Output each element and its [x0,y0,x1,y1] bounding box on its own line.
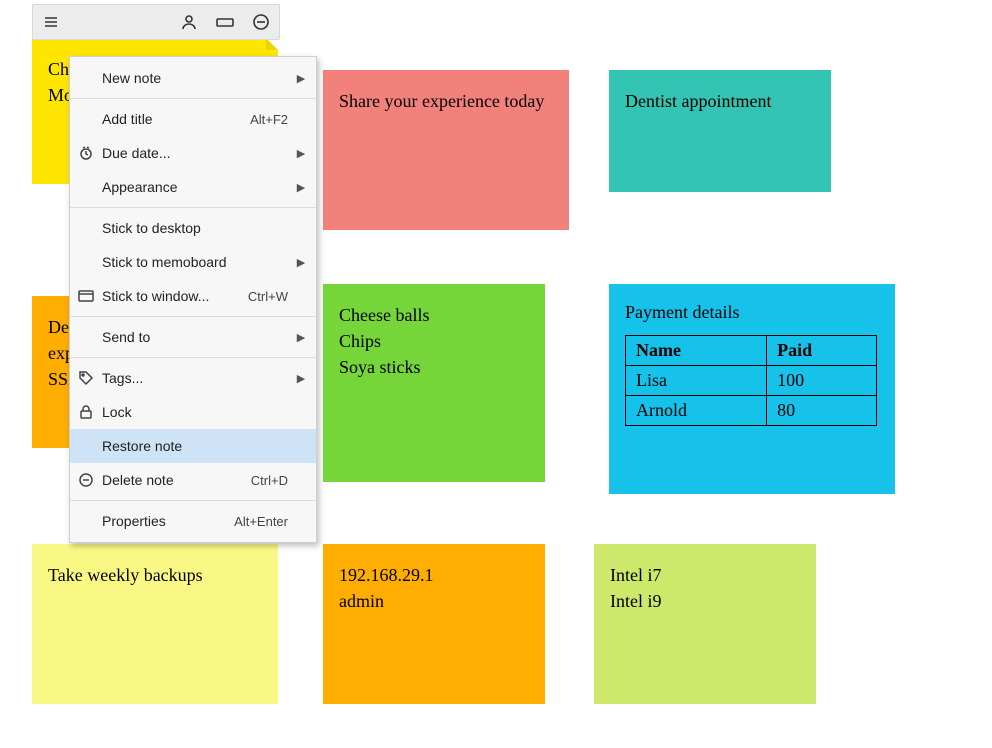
note-toolbar [32,4,280,40]
note-text: Intel i7 Intel i9 [610,562,800,614]
menu-delete-note[interactable]: Delete note Ctrl+D [70,463,316,497]
table-row: Lisa 100 [626,366,877,396]
chevron-right-icon: ▶ [294,147,308,160]
note-3[interactable]: Dentist appointment [609,70,831,192]
note-text: Dentist appointment [625,88,815,114]
menu-stick-window[interactable]: Stick to window... Ctrl+W [70,279,316,313]
note-7[interactable]: Take weekly backups [32,544,278,704]
note-2[interactable]: Share your experience today [323,70,569,230]
table-header: Name [626,336,767,366]
user-icon[interactable] [171,5,207,39]
note-text: Cheese balls Chips Soya sticks [339,302,529,380]
note-6[interactable]: Payment details Name Paid Lisa 100 Arnol… [609,284,895,494]
note-text: Take weekly backups [48,562,262,588]
chevron-right-icon: ▶ [294,331,308,344]
blank-icon [70,429,102,463]
blank-icon [70,245,102,279]
note-9[interactable]: Intel i7 Intel i9 [594,544,816,704]
menu-separator [70,207,316,208]
menu-appearance[interactable]: Appearance ▶ [70,170,316,204]
chevron-right-icon: ▶ [294,181,308,194]
table-row: Arnold 80 [626,396,877,426]
table-header-row: Name Paid [626,336,877,366]
menu-separator [70,500,316,501]
window-icon[interactable] [207,5,243,39]
note-text: 192.168.29.1 admin [339,562,529,614]
lock-icon [70,395,102,429]
more-icon[interactable] [243,5,279,39]
menu-separator [70,98,316,99]
menu-lock[interactable]: Lock [70,395,316,429]
menu-new-note[interactable]: New note ▶ [70,61,316,95]
delete-icon [70,463,102,497]
blank-icon [70,211,102,245]
note-8[interactable]: 192.168.29.1 admin [323,544,545,704]
clock-icon [70,136,102,170]
chevron-right-icon: ▶ [294,72,308,85]
menu-properties[interactable]: Properties Alt+Enter [70,504,316,538]
menu-restore-note[interactable]: Restore note [70,429,316,463]
menu-send-to[interactable]: Send to ▶ [70,320,316,354]
context-menu: New note ▶ Add title Alt+F2 Due date... … [69,56,317,543]
chevron-right-icon: ▶ [294,256,308,269]
note-5[interactable]: Cheese balls Chips Soya sticks [323,284,545,482]
menu-button[interactable] [33,5,69,39]
blank-icon [70,504,102,538]
blank-icon [70,61,102,95]
blank-icon [70,170,102,204]
menu-add-title[interactable]: Add title Alt+F2 [70,102,316,136]
note-text: Share your experience today [339,88,553,114]
chevron-right-icon: ▶ [294,372,308,385]
menu-separator [70,357,316,358]
menu-tags[interactable]: Tags... ▶ [70,361,316,395]
payment-table: Name Paid Lisa 100 Arnold 80 [625,335,877,426]
blank-icon [70,320,102,354]
tag-icon [70,361,102,395]
table-header: Paid [767,336,877,366]
window-icon [70,279,102,313]
menu-stick-desktop[interactable]: Stick to desktop [70,211,316,245]
blank-icon [70,102,102,136]
note-title: Payment details [625,302,879,323]
menu-separator [70,316,316,317]
menu-due-date[interactable]: Due date... ▶ [70,136,316,170]
menu-stick-memoboard[interactable]: Stick to memoboard ▶ [70,245,316,279]
